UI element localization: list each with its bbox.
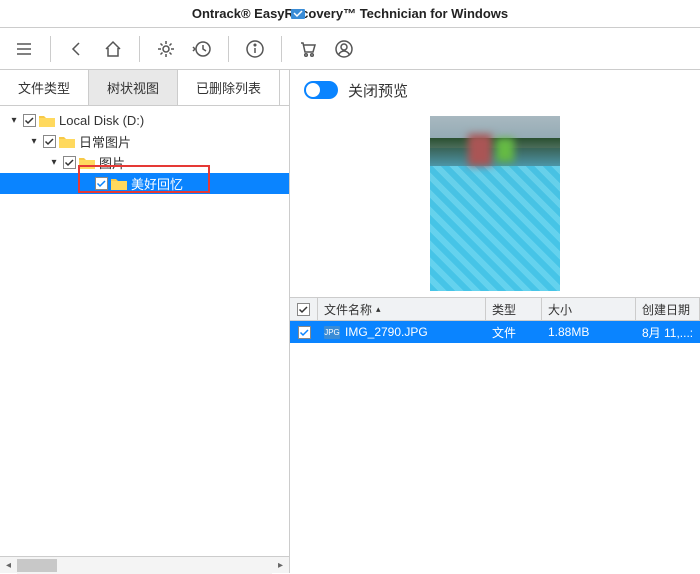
left-tabs: 文件类型 树状视图 已删除列表 [0, 70, 289, 106]
preview-toggle-bar: 关闭预览 [290, 70, 700, 110]
info-icon[interactable] [239, 33, 271, 65]
horizontal-scrollbar[interactable]: ◂ ▸ [0, 556, 289, 573]
checkbox[interactable] [43, 135, 56, 148]
scroll-left-icon[interactable]: ◂ [0, 557, 17, 574]
tree-label: 图片 [99, 153, 125, 172]
folder-icon [111, 177, 127, 190]
scroll-right-icon[interactable]: ▸ [272, 557, 289, 574]
left-pane: 文件类型 树状视图 已删除列表 ▾ Local Disk (D:) ▾ 日常图片… [0, 70, 290, 573]
header-checkbox[interactable] [290, 298, 318, 320]
tree-row-selected[interactable]: 美好回忆 [0, 173, 289, 194]
tree-label: 美好回忆 [131, 174, 183, 193]
file-date-cell: 8月 11,...: [636, 324, 700, 341]
user-icon[interactable] [328, 33, 360, 65]
file-row[interactable]: JPG IMG_2790.JPG 文件 1.88MB 8月 11,...: [290, 321, 700, 343]
app-title: Ontrack® EasyRecovery™ Technician for Wi… [192, 6, 508, 21]
preview-toggle-label: 关闭预览 [348, 80, 408, 101]
checkbox[interactable] [23, 114, 36, 127]
home-icon[interactable] [97, 33, 129, 65]
tree-label: Local Disk (D:) [59, 113, 144, 128]
column-size[interactable]: 大小 [542, 298, 636, 320]
folder-icon [39, 114, 55, 127]
checkbox[interactable] [63, 156, 76, 169]
file-size-cell: 1.88MB [542, 325, 636, 339]
file-type-cell: 文件 [486, 324, 542, 341]
preview-image [430, 116, 560, 291]
app-icon [290, 6, 306, 22]
tree-row[interactable]: ▾ 图片 [0, 152, 289, 173]
column-name[interactable]: 文件名称▴ [318, 298, 486, 320]
column-date[interactable]: 创建日期 [636, 298, 700, 320]
file-name-cell: JPG IMG_2790.JPG [318, 325, 486, 339]
folder-icon [79, 156, 95, 169]
scroll-track[interactable] [17, 557, 272, 574]
jpg-icon: JPG [324, 326, 340, 339]
right-pane: 关闭预览 文件名称▴ 类型 大小 创建日期 JPG IMG_2790.JPG [290, 70, 700, 573]
tab-deleted[interactable]: 已删除列表 [178, 70, 280, 105]
sort-asc-icon: ▴ [376, 304, 381, 315]
expander-icon[interactable]: ▾ [8, 115, 20, 126]
checkbox[interactable] [95, 177, 108, 190]
row-checkbox[interactable] [290, 326, 318, 339]
tree-label: 日常图片 [79, 132, 131, 151]
file-list-header: 文件名称▴ 类型 大小 创建日期 [290, 297, 700, 321]
folder-icon [59, 135, 75, 148]
tab-tree-view[interactable]: 树状视图 [89, 70, 178, 105]
preview-toggle[interactable] [304, 81, 338, 99]
expander-icon[interactable]: ▾ [48, 157, 60, 168]
divider [139, 36, 140, 62]
tree-row[interactable]: ▾ 日常图片 [0, 131, 289, 152]
tree: ▾ Local Disk (D:) ▾ 日常图片 ▾ 图片 [0, 106, 289, 556]
column-type[interactable]: 类型 [486, 298, 542, 320]
expander-icon[interactable]: ▾ [28, 136, 40, 147]
title-bar: Ontrack® EasyRecovery™ Technician for Wi… [0, 0, 700, 28]
scroll-thumb[interactable] [17, 559, 57, 572]
history-icon[interactable] [186, 33, 218, 65]
back-icon[interactable] [61, 33, 93, 65]
divider [228, 36, 229, 62]
toolbar [0, 28, 700, 70]
file-name: IMG_2790.JPG [345, 325, 428, 339]
cart-icon[interactable] [292, 33, 324, 65]
menu-icon[interactable] [8, 33, 40, 65]
gear-icon[interactable] [150, 33, 182, 65]
tab-file-type[interactable]: 文件类型 [0, 70, 89, 105]
divider [281, 36, 282, 62]
preview-area [290, 110, 700, 297]
divider [50, 36, 51, 62]
content: 文件类型 树状视图 已删除列表 ▾ Local Disk (D:) ▾ 日常图片… [0, 70, 700, 573]
tree-row[interactable]: ▾ Local Disk (D:) [0, 110, 289, 131]
